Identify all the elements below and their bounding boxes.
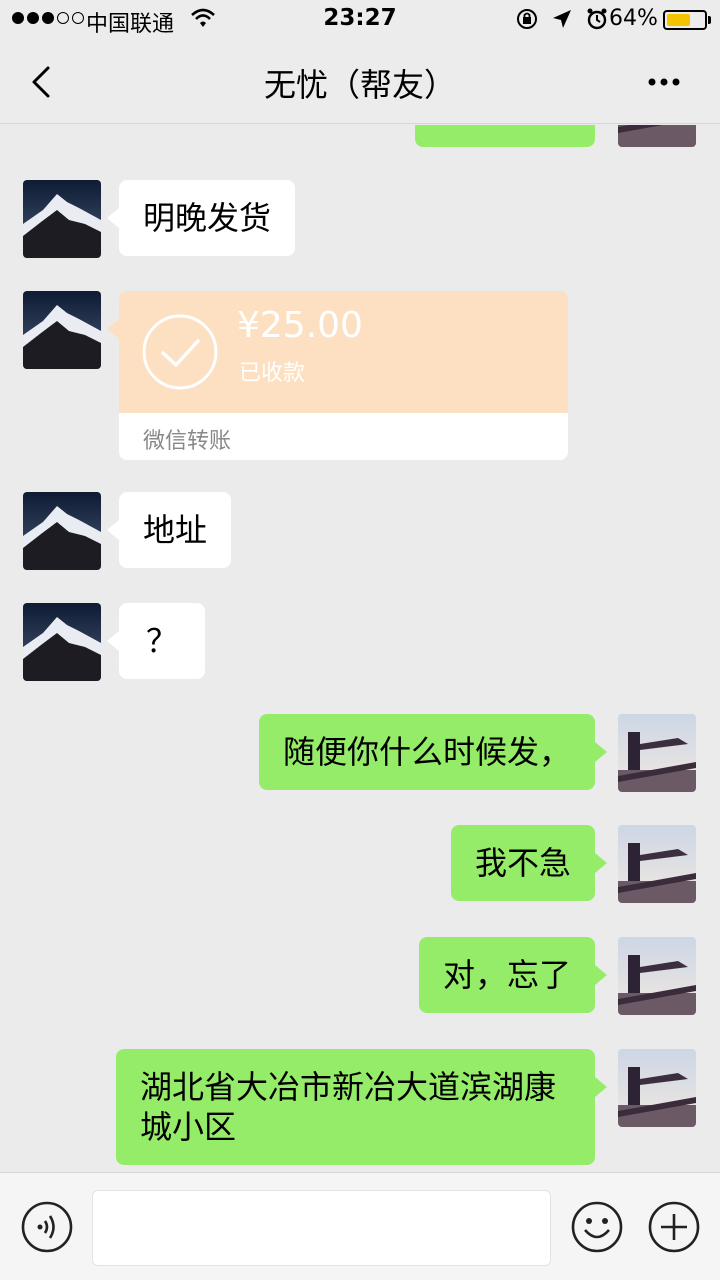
- transfer-card-header: ¥25.00 已收款: [107, 291, 568, 413]
- message-bubble-partial: [415, 125, 595, 147]
- voice-icon: [21, 1201, 73, 1253]
- voice-button[interactable]: [20, 1200, 74, 1258]
- message-bubble[interactable]: 随便你什么时候发，: [258, 714, 608, 790]
- message-text: 明晚发货: [143, 199, 272, 237]
- plus-icon: [648, 1201, 700, 1253]
- orientation-lock-icon: [515, 7, 539, 35]
- status-bar: 中国联通 23:27 64%: [0, 0, 720, 40]
- battery-percent: 64%: [609, 6, 658, 31]
- message-text: 地址: [143, 511, 208, 549]
- message-bubble[interactable]: 明晚发货: [106, 180, 296, 256]
- avatar-self[interactable]: [618, 937, 696, 1015]
- transfer-card-footer: 微信转账: [119, 413, 568, 460]
- message-bubble[interactable]: 地址: [106, 492, 232, 568]
- alarm-icon: [585, 7, 609, 35]
- battery-tip: [708, 16, 711, 24]
- battery-icon: [663, 10, 707, 30]
- message-bubble[interactable]: ？: [107, 603, 205, 679]
- chat-title: 无忧（帮友）: [263, 66, 456, 104]
- message-text: ？: [145, 622, 178, 660]
- avatar-contact[interactable]: [23, 180, 101, 258]
- avatar-self[interactable]: [618, 714, 696, 792]
- message-text: 对，忘了: [442, 956, 571, 994]
- message-bubble[interactable]: 湖北省大冶市新冶大道滨湖康城小区: [116, 1049, 607, 1165]
- message-input[interactable]: [92, 1190, 551, 1266]
- message-text: 我不急: [474, 844, 571, 882]
- message-bubble[interactable]: 对，忘了: [418, 937, 608, 1013]
- message-text: 湖北省大冶市新冶大道滨湖康城小区: [140, 1068, 557, 1146]
- avatar-contact[interactable]: [23, 291, 101, 369]
- status-icons: [515, 7, 609, 35]
- emoji-button[interactable]: [570, 1200, 624, 1258]
- location-arrow-icon: [551, 8, 573, 34]
- avatar-self[interactable]: [618, 825, 696, 903]
- more-button[interactable]: [640, 62, 688, 102]
- more-dots-icon: [648, 78, 680, 86]
- check-circle-icon: [141, 313, 219, 395]
- transfer-status: 已收款: [239, 361, 306, 386]
- avatar-self[interactable]: [618, 1049, 696, 1127]
- battery-fill: [667, 14, 690, 26]
- transfer-amount: ¥25.00: [237, 305, 363, 346]
- chat-messages[interactable]: 明晚发货 ¥25.00 已收款 微信转账 地址 ？ 随便你什么时候发， 我不急 …: [0, 125, 720, 1172]
- avatar-contact[interactable]: [23, 492, 101, 570]
- transfer-card[interactable]: ¥25.00 已收款 微信转账: [107, 291, 568, 460]
- plus-button[interactable]: [647, 1200, 701, 1258]
- avatar-contact[interactable]: [23, 603, 101, 681]
- input-bar: [0, 1172, 720, 1280]
- transfer-label: 微信转账: [143, 429, 232, 454]
- avatar-self[interactable]: [618, 125, 696, 147]
- emoji-icon: [571, 1201, 623, 1253]
- nav-bar: 无忧（帮友）: [0, 40, 720, 124]
- message-text: 随便你什么时候发，: [282, 733, 571, 771]
- message-bubble[interactable]: 我不急: [450, 825, 608, 901]
